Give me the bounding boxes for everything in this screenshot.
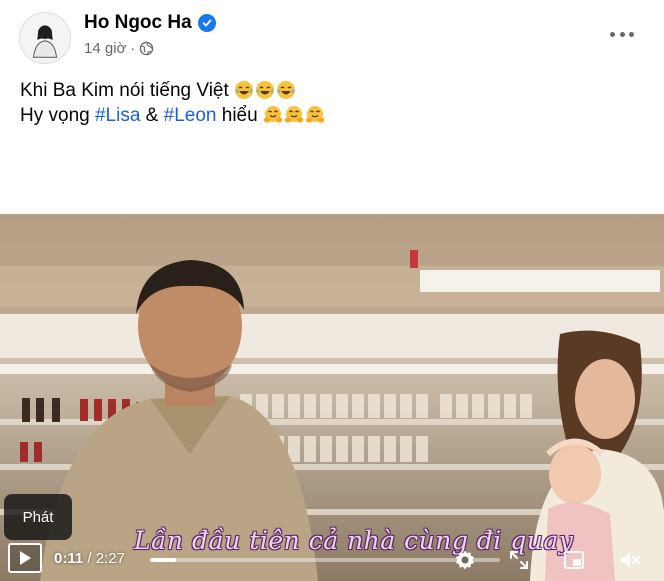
picture-in-picture-icon xyxy=(564,551,584,569)
total-time: 2:27 xyxy=(95,550,125,567)
fullscreen-button[interactable] xyxy=(506,547,532,573)
hashtag-link[interactable]: #Leon xyxy=(164,105,217,126)
speaker-muted-icon xyxy=(621,552,640,568)
expand-icon xyxy=(510,551,528,569)
globe-icon[interactable] xyxy=(139,41,154,56)
laughing-tears-emoji-icon xyxy=(277,81,296,99)
play-tooltip: Phát xyxy=(4,494,72,540)
dot-icon xyxy=(619,31,625,37)
post-line-2: Hy vọng #Lisa & #Leon hiểu xyxy=(20,103,325,128)
emoji-group xyxy=(234,80,296,100)
emoji-group xyxy=(263,105,325,125)
gear-icon xyxy=(456,550,474,570)
hugging-emoji-icon xyxy=(284,106,304,123)
author-name[interactable]: Ho Ngoc Ha xyxy=(84,12,192,34)
play-button[interactable] xyxy=(8,543,42,573)
verified-badge-icon xyxy=(197,14,216,32)
more-options-button[interactable] xyxy=(610,24,634,44)
picture-in-picture-button[interactable] xyxy=(561,547,587,573)
dot-icon xyxy=(629,31,634,37)
play-icon xyxy=(20,551,31,565)
current-time: 0:11 xyxy=(54,550,84,567)
progress-fill xyxy=(150,558,177,562)
post-line-1: Khi Ba Kim nói tiếng Việt xyxy=(20,78,325,103)
mute-button[interactable] xyxy=(617,547,643,573)
video-time: 0:11 / 2:27 xyxy=(54,550,125,567)
post-text: Khi Ba Kim nói tiếng Việt Hy vọng #Lisa … xyxy=(20,78,325,128)
hashtag-link[interactable]: #Lisa xyxy=(95,105,140,126)
video-player[interactable]: Phát Lần đầu tiên cả nhà cùng đi quay 0:… xyxy=(0,214,664,581)
post-author: Ho Ngoc Ha xyxy=(84,12,216,34)
settings-button[interactable] xyxy=(452,547,478,573)
laughing-tears-emoji-icon xyxy=(256,81,275,99)
hugging-emoji-icon xyxy=(305,106,325,123)
dot-icon xyxy=(610,31,615,37)
laughing-tears-emoji-icon xyxy=(235,81,254,99)
avatar[interactable] xyxy=(19,12,71,64)
post-meta: 14 giờ · xyxy=(84,40,154,57)
video-progress-bar[interactable] xyxy=(150,558,500,562)
hugging-emoji-icon xyxy=(263,106,283,123)
post-time[interactable]: 14 giờ xyxy=(84,40,126,57)
